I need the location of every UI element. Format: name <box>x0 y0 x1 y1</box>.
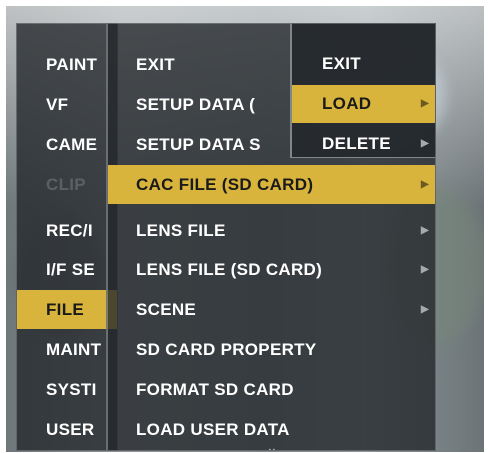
chevron-right-icon: ▶ <box>421 264 429 275</box>
cac-item-exit[interactable]: EXIT <box>292 44 435 83</box>
chevron-right-icon: ▶ <box>421 225 429 236</box>
menu-item-paint[interactable]: PAINT <box>17 45 117 84</box>
menu-item-rec[interactable]: REC/I <box>17 211 117 250</box>
chevron-right-icon: ▶ <box>421 304 429 315</box>
cac-item-load[interactable]: LOAD ▶ <box>292 85 435 123</box>
submenu-item-lens-file-sd[interactable]: LENS FILE (SD CARD) ▶ <box>108 250 435 289</box>
chevron-right-icon: ▶ <box>421 138 429 149</box>
submenu-item-sd-card-property[interactable]: SD CARD PROPERTY <box>108 330 435 369</box>
menu-item-camera[interactable]: CAME <box>17 125 117 164</box>
cac-item-delete[interactable]: DELETE ▶ <box>292 124 435 157</box>
menu-item-maintenance[interactable]: MAINT <box>17 330 117 369</box>
main-menu-panel: PAINT VF CAME CLIP REC/I I/F SE FILE MAI… <box>16 23 118 451</box>
menu-item-if-setup[interactable]: I/F SE <box>17 250 117 289</box>
submenu-item-scene[interactable]: SCENE ▶ <box>108 290 435 329</box>
camera-viewfinder-background: PAINT VF CAME CLIP REC/I I/F SE FILE MAI… <box>6 6 484 452</box>
chevron-right-icon: ▶ <box>421 179 429 190</box>
cac-file-submenu-panel: EXIT LOAD ▶ DELETE ▶ <box>290 23 436 158</box>
submenu-item-cac-file-sd[interactable]: CAC FILE (SD CARD) ▶ <box>108 165 435 204</box>
menu-item-clip: CLIP <box>46 175 86 194</box>
submenu-item-format-sd-card[interactable]: FORMAT SD CARD <box>108 370 435 409</box>
menu-item-vf[interactable]: VF <box>17 85 117 124</box>
chevron-right-icon: ▶ <box>421 98 429 109</box>
menu-item-system[interactable]: SYSTI <box>17 370 117 409</box>
menu-item-user[interactable]: USER <box>17 410 117 449</box>
menu-item-file[interactable]: FILE <box>17 290 117 329</box>
submenu-item-lens-file[interactable]: LENS FILE ▶ <box>108 211 435 250</box>
scroll-down-icon[interactable]: ⌄ <box>266 439 278 450</box>
